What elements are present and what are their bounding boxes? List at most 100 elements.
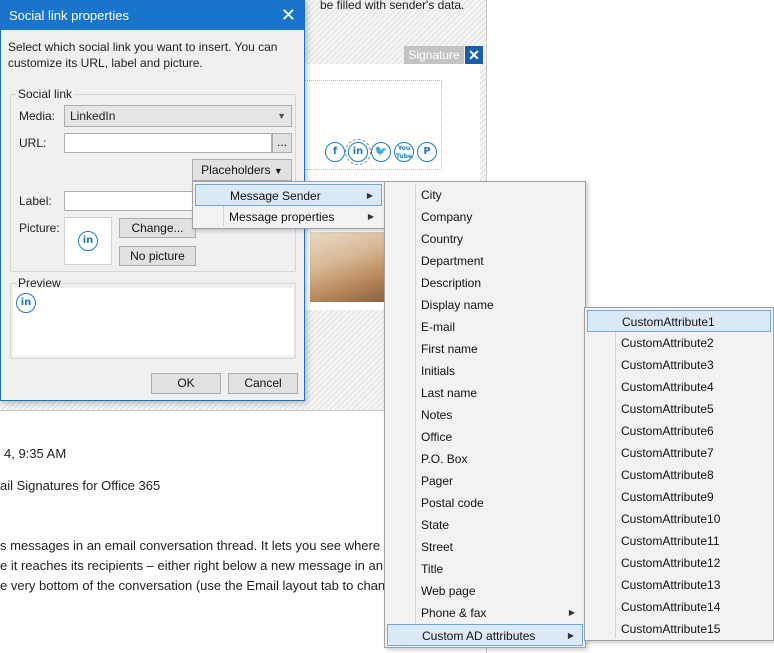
close-icon[interactable]: ✕	[281, 1, 296, 30]
dialog-title: Social link properties	[9, 8, 129, 23]
change-picture-button[interactable]: Change...	[119, 218, 196, 238]
media-dropdown[interactable]: LinkedIn ▼	[64, 105, 292, 127]
menu-item[interactable]: CustomAttribute4	[587, 376, 771, 398]
menu-item-label: Department	[421, 254, 484, 268]
menu-item-label: Initials	[421, 364, 456, 378]
menu-item[interactable]: Department	[387, 250, 583, 272]
menu-item[interactable]: CustomAttribute11	[587, 530, 771, 552]
ok-button[interactable]: OK	[151, 373, 221, 394]
menu-item[interactable]: Postal code	[387, 492, 583, 514]
menu-item[interactable]: Title	[387, 558, 583, 580]
menu-item-label: State	[421, 518, 450, 532]
menu-item-label: CustomAttribute9	[621, 490, 714, 504]
youtube-icon[interactable]: You Tube	[394, 142, 414, 162]
url-input[interactable]	[64, 133, 272, 153]
menu-item[interactable]: CustomAttribute9	[587, 486, 771, 508]
menu-item-label: CustomAttribute1	[622, 315, 715, 329]
menu-item-label: CustomAttribute15	[621, 622, 721, 636]
chevron-down-icon: ▼	[277, 111, 286, 121]
dialog-title-bar[interactable]: Social link properties ✕	[1, 1, 304, 30]
message-sender-menu: City Company Country Department Description D…	[384, 181, 586, 648]
menu-item[interactable]: P.O. Box	[387, 448, 583, 470]
menu-item-label: CustomAttribute2	[621, 336, 714, 350]
menu-item[interactable]: First name	[387, 338, 583, 360]
chevron-right-icon: ▶	[567, 631, 574, 640]
menu-item[interactable]: Custom AD attributes ▶	[387, 624, 583, 646]
linkedin-icon: in	[16, 293, 36, 313]
linkedin-icon[interactable]: in	[345, 139, 371, 165]
menu-item-label: CustomAttribute11	[621, 534, 720, 548]
menu-item-label: Custom AD attributes	[422, 629, 536, 643]
menu-item[interactable]: City	[387, 184, 583, 206]
menu-item-label: CustomAttribute3	[621, 358, 714, 372]
chevron-down-icon: ▼	[273, 166, 283, 176]
label-label: Label:	[19, 194, 52, 208]
menu-item[interactable]: CustomAttribute2	[587, 332, 771, 354]
menu-item-label: Country	[421, 232, 464, 246]
menu-item-label: Message Sender	[230, 189, 321, 203]
menu-item-label: CustomAttribute8	[621, 468, 714, 482]
menu-item[interactable]: Initials	[387, 360, 583, 382]
placeholders-button[interactable]: Placeholders ▼	[192, 159, 292, 181]
dialog-description: Select which social link you want to ins…	[8, 40, 278, 70]
menu-item[interactable]: Description	[387, 272, 583, 294]
menu-item-label: Web page	[421, 584, 476, 598]
menu-item[interactable]: Display name	[387, 294, 583, 316]
menu-item-label: Company	[421, 210, 473, 224]
menu-item[interactable]: CustomAttribute7	[587, 442, 771, 464]
placeholders-menu: Message Sender ▶ Message properties ▶	[192, 181, 385, 229]
menu-item-label: Notes	[421, 408, 453, 422]
menu-item-label: Description	[421, 276, 482, 290]
no-picture-button[interactable]: No picture	[119, 246, 196, 266]
picture-thumbnail: in	[64, 217, 112, 265]
menu-item-label: CustomAttribute10	[621, 512, 721, 526]
menu-item-label: Display name	[421, 298, 494, 312]
pinterest-icon[interactable]: P	[417, 142, 437, 162]
menu-item[interactable]: Pager	[387, 470, 583, 492]
menu-item[interactable]: CustomAttribute6	[587, 420, 771, 442]
signature-close-button[interactable]: ✕	[465, 46, 483, 64]
chevron-right-icon: ▶	[366, 191, 373, 200]
menu-item-label: CustomAttribute7	[621, 446, 714, 460]
menu-item[interactable]: Office	[387, 426, 583, 448]
menu-item-message-properties[interactable]: Message properties ▶	[195, 206, 382, 228]
menu-item-label: Pager	[421, 474, 454, 488]
menu-item[interactable]: Country	[387, 228, 583, 250]
media-value: LinkedIn	[70, 109, 116, 123]
menu-item[interactable]: Notes	[387, 404, 583, 426]
menu-item-message-sender[interactable]: Message Sender ▶	[195, 184, 382, 206]
custom-ad-attributes-menu: CustomAttribute1 CustomAttribute2 CustomAt…	[584, 307, 774, 641]
menu-item[interactable]: CustomAttribute14	[587, 596, 771, 618]
menu-item[interactable]: CustomAttribute8	[587, 464, 771, 486]
chevron-right-icon: ▶	[568, 608, 575, 617]
menu-item[interactable]: Company	[387, 206, 583, 228]
menu-item-label: City	[421, 188, 442, 202]
menu-item[interactable]: CustomAttribute10	[587, 508, 771, 530]
browse-button[interactable]: ...	[272, 133, 292, 153]
menu-item[interactable]: Street	[387, 536, 583, 558]
menu-item[interactable]: CustomAttribute5	[587, 398, 771, 420]
menu-item[interactable]: E-mail	[387, 316, 583, 338]
menu-item[interactable]: CustomAttribute13	[587, 574, 771, 596]
menu-item-label: Office	[421, 430, 453, 444]
menu-item[interactable]: Phone & fax ▶	[387, 602, 583, 624]
menu-item[interactable]: State	[387, 514, 583, 536]
signature-tab[interactable]: Signature	[404, 46, 464, 64]
twitter-icon[interactable]: 🐦	[371, 142, 391, 162]
menu-item[interactable]: Web page	[387, 580, 583, 602]
menu-item-label: CustomAttribute5	[621, 402, 714, 416]
group-label: Social link	[16, 87, 75, 101]
menu-item[interactable]: CustomAttribute3	[587, 354, 771, 376]
menu-item-label: CustomAttribute12	[621, 556, 721, 570]
menu-item[interactable]: CustomAttribute15	[587, 618, 771, 640]
placeholders-label: Placeholders	[201, 163, 271, 177]
menu-item[interactable]: CustomAttribute12	[587, 552, 771, 574]
menu-item-label: Street	[421, 540, 454, 554]
signature-photo	[310, 232, 384, 302]
menu-item[interactable]: Last name	[387, 382, 583, 404]
facebook-icon[interactable]: f	[325, 142, 345, 162]
preview-body-line: s messages in an email conversation thre…	[0, 538, 381, 553]
menu-item[interactable]: CustomAttribute1	[587, 310, 771, 332]
url-label: URL:	[19, 136, 47, 150]
cancel-button[interactable]: Cancel	[228, 373, 298, 394]
